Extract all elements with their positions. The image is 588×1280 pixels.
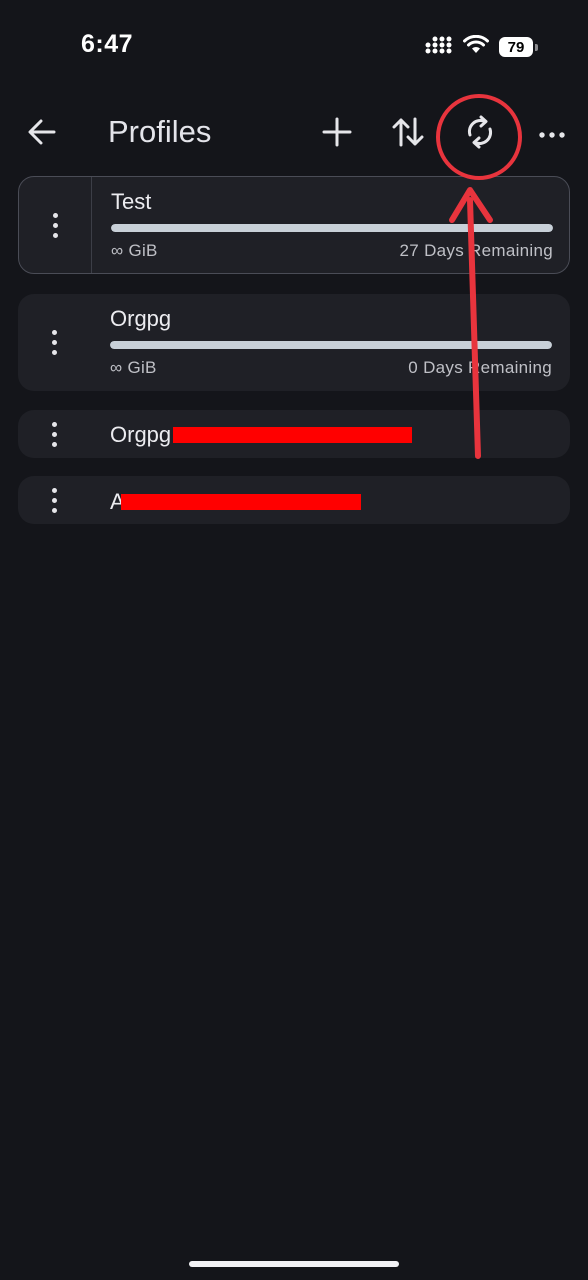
profile-meta: ∞ GiB 0 Days Remaining xyxy=(110,358,552,378)
battery-level: 79 xyxy=(499,37,533,57)
profile-card-orgpg-2[interactable]: Orgpg xyxy=(18,410,570,458)
battery-indicator: 79 xyxy=(499,37,538,57)
profile-remaining: 0 Days Remaining xyxy=(408,358,552,377)
more-vertical-icon xyxy=(51,330,57,355)
page-title: Profiles xyxy=(108,114,212,149)
profile-meta: ∞ GiB 27 Days Remaining xyxy=(111,241,553,261)
redaction-mark xyxy=(121,494,361,510)
more-options-button[interactable] xyxy=(532,114,572,154)
profile-menu-button[interactable] xyxy=(18,294,90,391)
status-indicators: 79 xyxy=(425,34,538,59)
back-button[interactable] xyxy=(22,114,62,154)
profile-name: Test xyxy=(111,189,152,214)
wifi-icon xyxy=(463,34,489,59)
arrow-left-icon xyxy=(28,119,56,150)
redaction-mark xyxy=(173,427,412,443)
status-time: 6:47 xyxy=(81,30,134,58)
profile-usage: ∞ GiB xyxy=(111,241,158,260)
usage-progress-bar xyxy=(111,224,553,232)
more-vertical-icon xyxy=(52,212,58,238)
usage-progress-fill xyxy=(111,224,553,232)
profile-menu-button[interactable] xyxy=(18,410,90,458)
more-vertical-icon xyxy=(51,487,57,513)
sort-button[interactable] xyxy=(388,114,428,154)
profile-usage: ∞ GiB xyxy=(110,358,157,377)
usage-progress-fill xyxy=(110,341,552,349)
profile-card-orgpg[interactable]: Orgpg ∞ GiB 0 Days Remaining xyxy=(18,294,570,391)
more-vertical-icon xyxy=(51,421,57,447)
battery-nub xyxy=(535,43,538,51)
profile-menu-button[interactable] xyxy=(18,476,90,524)
more-horizontal-icon xyxy=(539,125,565,143)
usage-progress-bar xyxy=(110,341,552,349)
home-indicator xyxy=(189,1261,399,1267)
profile-card-test[interactable]: Test ∞ GiB 27 Days Remaining xyxy=(18,176,570,274)
profile-card-a[interactable]: A xyxy=(18,476,570,524)
sort-arrows-icon xyxy=(391,117,425,152)
plus-icon xyxy=(322,117,352,152)
refresh-button[interactable] xyxy=(460,114,500,154)
refresh-icon xyxy=(464,115,496,154)
profile-remaining: 27 Days Remaining xyxy=(399,241,553,260)
profile-name: Orgpg xyxy=(110,306,172,331)
cellular-signal-icon xyxy=(425,36,453,59)
profile-menu-button[interactable] xyxy=(19,177,92,273)
add-profile-button[interactable] xyxy=(317,114,357,154)
profile-name: Orgpg xyxy=(110,422,172,447)
